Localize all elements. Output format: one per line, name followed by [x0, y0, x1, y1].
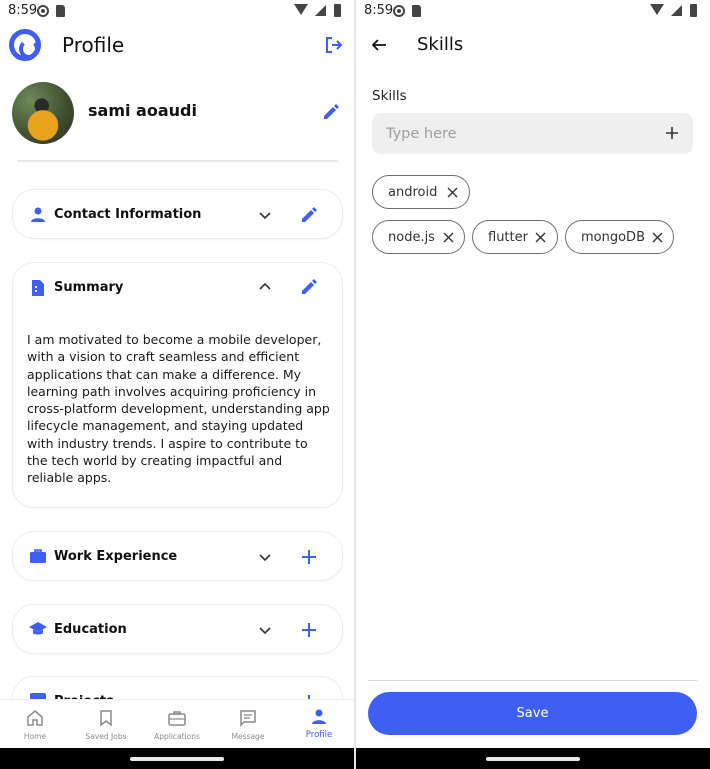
- nav-label: Message: [231, 732, 265, 741]
- skill-chip-label: node.js: [388, 230, 435, 245]
- skill-chip-label: mongoDB: [581, 230, 645, 245]
- edit-profile-icon[interactable]: [322, 103, 340, 121]
- home-icon: [27, 710, 43, 726]
- summary-text: I am motivated to become a mobile develo…: [27, 332, 330, 486]
- skills-label: Skills: [372, 88, 407, 104]
- summary-card: Summary I am motivated to become a mobil…: [12, 262, 343, 508]
- chevron-down-icon[interactable]: [258, 550, 272, 564]
- close-icon[interactable]: [535, 232, 546, 243]
- graduation-cap-icon: [29, 622, 47, 635]
- settings-status-icon: [37, 5, 49, 17]
- logout-icon[interactable]: [325, 36, 343, 54]
- battery-icon: [690, 4, 697, 17]
- user-name: sami aoaudi: [88, 101, 197, 120]
- nav-label: Profile: [305, 730, 333, 740]
- work-experience-card[interactable]: Work Experience: [12, 531, 343, 581]
- section-title: Work Experience: [54, 549, 178, 564]
- skill-chip-android: android: [372, 175, 470, 209]
- save-divider: [368, 680, 697, 681]
- settings-status-icon: [393, 5, 405, 17]
- nav-saved-jobs[interactable]: Saved Jobs: [71, 700, 141, 749]
- page-title: Profile: [62, 33, 125, 57]
- skill-chip-nodejs: node.js: [372, 220, 465, 254]
- edit-contact-icon[interactable]: [300, 206, 318, 224]
- skill-chip-flutter: flutter: [472, 220, 558, 254]
- back-arrow-icon[interactable]: [371, 37, 387, 53]
- add-education-icon[interactable]: [300, 621, 318, 639]
- person-icon: [31, 207, 45, 222]
- section-title: Contact Information: [54, 207, 202, 222]
- message-icon: [240, 710, 256, 727]
- profile-screen: 8:59 Profile sami aoaudi Contact Informa…: [0, 0, 354, 769]
- signal-icon: [671, 5, 682, 16]
- battery-icon: [334, 4, 341, 17]
- sd-card-icon: [56, 5, 65, 17]
- skill-chip-mongodb: mongoDB: [565, 220, 674, 254]
- page-title: Skills: [417, 34, 464, 55]
- close-icon[interactable]: [443, 232, 454, 243]
- profile-divider: [17, 160, 338, 162]
- nav-label: Applications: [154, 732, 200, 741]
- status-bar: 8:59: [356, 0, 710, 22]
- home-gesture-pill[interactable]: [130, 757, 224, 761]
- sd-card-icon: [412, 5, 421, 17]
- contact-information-card[interactable]: Contact Information: [12, 189, 343, 239]
- save-button[interactable]: Save: [368, 692, 697, 735]
- edit-summary-icon[interactable]: [300, 278, 318, 296]
- section-title: Summary: [54, 280, 124, 295]
- briefcase-icon: [30, 549, 46, 563]
- status-bar: 8:59: [0, 0, 354, 22]
- nav-applications[interactable]: Applications: [142, 700, 212, 749]
- skill-chip-label: flutter: [488, 230, 528, 245]
- system-nav-bar: [356, 748, 710, 769]
- close-icon[interactable]: [447, 187, 458, 198]
- wifi-icon: [650, 4, 664, 15]
- close-icon[interactable]: [652, 232, 663, 243]
- chevron-down-icon[interactable]: [258, 623, 272, 637]
- bottom-navigation: Home Saved Jobs Applications Message Pro…: [0, 699, 354, 748]
- nav-label: Home: [23, 732, 47, 741]
- chevron-up-icon[interactable]: [258, 280, 272, 294]
- skill-input[interactable]: [372, 113, 693, 154]
- skill-chip-label: android: [388, 185, 438, 200]
- skills-screen: 8:59 Skills Skills android node.js flutt…: [356, 0, 710, 769]
- section-title: Education: [54, 622, 127, 637]
- nav-message[interactable]: Message: [213, 700, 283, 749]
- bookmark-icon: [100, 710, 112, 727]
- signal-icon: [315, 5, 326, 16]
- wifi-icon: [294, 4, 308, 15]
- add-skill-icon[interactable]: [665, 126, 679, 140]
- system-nav-bar: [0, 748, 354, 769]
- avatar: [12, 82, 74, 144]
- status-time: 8:59: [8, 3, 38, 18]
- nav-profile[interactable]: Profile: [284, 700, 354, 749]
- person-icon: [312, 709, 326, 724]
- nav-label: Saved Jobs: [85, 732, 127, 741]
- summary-doc-icon: [32, 280, 44, 296]
- education-card[interactable]: Education: [12, 604, 343, 654]
- app-logo-icon: [9, 29, 41, 61]
- nav-home[interactable]: Home: [0, 700, 70, 749]
- briefcase-icon: [168, 711, 186, 726]
- status-time: 8:59: [364, 3, 394, 18]
- home-gesture-pill[interactable]: [486, 757, 580, 761]
- chevron-down-icon[interactable]: [258, 208, 272, 222]
- add-work-experience-icon[interactable]: [300, 548, 318, 566]
